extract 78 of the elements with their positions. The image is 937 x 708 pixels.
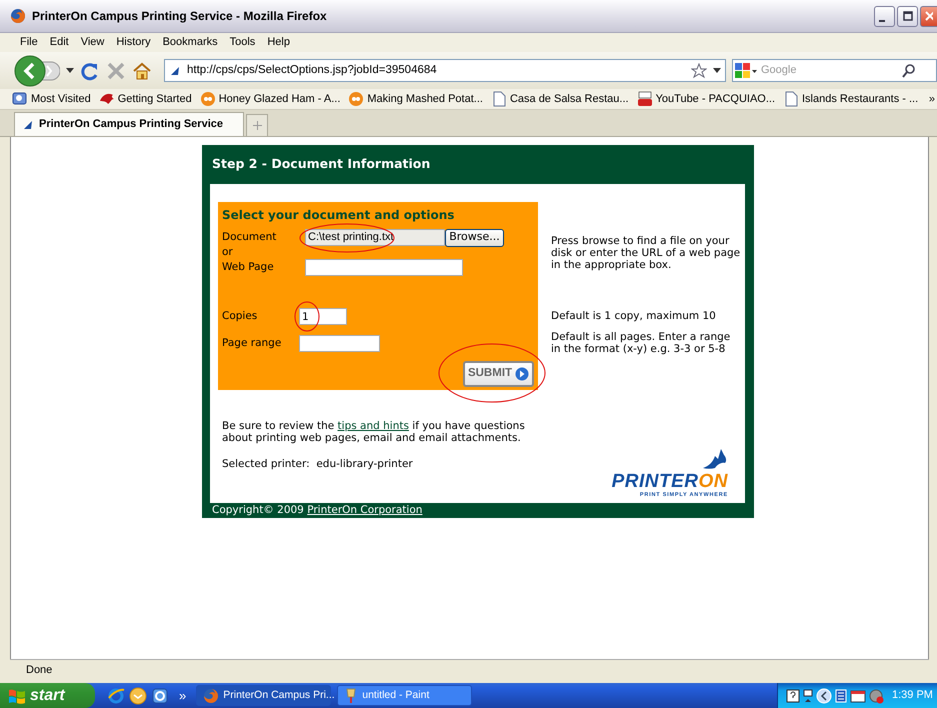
help-text: Default is all pages. Enter a range in the format (x-y) e.g. 3-3 or 5-8	[551, 331, 732, 355]
home-icon[interactable]	[132, 60, 152, 80]
search-engine-icon[interactable]	[735, 62, 757, 78]
back-forward-buttons[interactable]	[14, 54, 60, 86]
bookmark-item[interactable]: Most Visited	[12, 90, 91, 108]
menu-item[interactable]: History	[110, 34, 157, 51]
bookmark-item[interactable]: Casa de Salsa Restau...	[490, 90, 629, 108]
flame-icon	[98, 91, 115, 107]
menu-item[interactable]: File	[14, 34, 44, 51]
taskbar-button[interactable]: untitled - Paint	[337, 685, 472, 706]
submit-button[interactable]: SUBMIT	[463, 361, 534, 387]
document-icon[interactable]	[834, 688, 848, 704]
tab[interactable]: PrinterOn Campus Printing Service	[14, 112, 244, 136]
tips-text: Be sure to review the tips and hints if you have questions about printing web pages, email and email attachments.	[221, 420, 526, 444]
or-label: or	[222, 246, 233, 259]
field-label: Copies	[222, 308, 258, 324]
reload-icon[interactable]	[80, 60, 100, 80]
menu-item[interactable]: Edit	[44, 34, 75, 51]
field-label: Web Page	[222, 260, 275, 275]
menu-item[interactable]: Help	[261, 34, 296, 51]
address-bar[interactable]: http://cps/cps/SelectOptions.jsp?jobId=39504684	[164, 59, 726, 82]
taskbar-button[interactable]: PrinterOn Campus Pri...	[196, 685, 332, 706]
maximize-button[interactable]	[897, 6, 918, 26]
page-icon	[490, 91, 507, 107]
bookmark-item[interactable]: Getting Started	[98, 90, 192, 108]
browser-icon[interactable]	[107, 686, 125, 704]
help-text: Default is 1 copy, maximum 10	[551, 310, 717, 322]
clock-text: 1:39 PM	[892, 688, 933, 704]
field-label: Page range	[222, 336, 282, 351]
panel-heading: Step 2 - Document Information	[211, 155, 432, 174]
tips-link[interactable]: tips and hints	[338, 420, 409, 432]
bookmarks-overflow-button[interactable]: »	[928, 90, 935, 108]
form-title: Select your document and options	[222, 207, 456, 224]
bookmark-item[interactable]: Islands Restaurants - ...	[783, 90, 918, 108]
star-icon[interactable]	[691, 62, 707, 78]
folder-icon	[12, 91, 28, 107]
windows-logo-icon	[8, 688, 26, 704]
copyright-link[interactable]: PrinterOn Corporation	[307, 502, 422, 519]
dropdown-icon[interactable]	[713, 68, 721, 74]
site-icon	[169, 64, 181, 76]
page-icon	[783, 91, 799, 107]
menu-item[interactable]: Bookmarks	[156, 34, 224, 51]
input-field[interactable]	[299, 335, 380, 352]
copyright-text: Copyright© 2009	[212, 502, 305, 518]
close-button[interactable]	[920, 6, 937, 26]
taskbar-overflow-button[interactable]: »	[175, 689, 190, 702]
desktop-icon[interactable]	[151, 686, 169, 704]
help-text: Press browse to find a file on your disk or enter the URL of a web page in the appropriate box.	[551, 235, 742, 271]
minimize-button[interactable]	[874, 6, 895, 26]
menu-item[interactable]: Tools	[224, 34, 262, 51]
mail-icon[interactable]	[129, 686, 147, 704]
close-icon	[925, 11, 933, 21]
bookmark-item[interactable]: Honey Glazed Ham - A...	[200, 90, 340, 108]
input-field[interactable]	[305, 259, 463, 276]
start-button[interactable]: start	[0, 683, 95, 708]
menu-item[interactable]: View	[74, 34, 110, 51]
bookmark-item[interactable]: YouTube - PACQUIAO...	[636, 90, 775, 108]
browse-button[interactable]: Browse...	[445, 228, 504, 246]
window-icon[interactable]	[850, 688, 866, 704]
help-icon[interactable]	[786, 688, 800, 702]
printer-text: Selected printer: edu-library-printer	[221, 457, 413, 472]
logo-wordmark: PRINTERON	[612, 472, 728, 491]
input-field[interactable]: 1	[299, 308, 347, 325]
paint-brush-icon	[344, 688, 358, 704]
collapse-icon[interactable]	[816, 688, 832, 704]
file-field[interactable]: C:\test printing.txt	[305, 229, 445, 246]
url-text: http://cps/cps/SelectOptions.jsp?jobId=39504684	[187, 62, 438, 78]
maximize-icon	[902, 11, 912, 21]
field-label: Document	[222, 230, 278, 245]
site-icon	[23, 120, 33, 130]
bookmark-item[interactable]: Making Mashed Potat...	[348, 90, 483, 108]
firefox-icon	[10, 8, 26, 24]
dropdown-icon[interactable]	[66, 68, 74, 74]
plus-icon	[252, 121, 262, 130]
search-field[interactable]: Google	[732, 59, 937, 82]
firefox-icon	[203, 688, 220, 704]
window-title: PrinterOn Campus Printing Service - Mozilla Firefox	[32, 8, 328, 25]
minimize-icon	[878, 20, 884, 22]
